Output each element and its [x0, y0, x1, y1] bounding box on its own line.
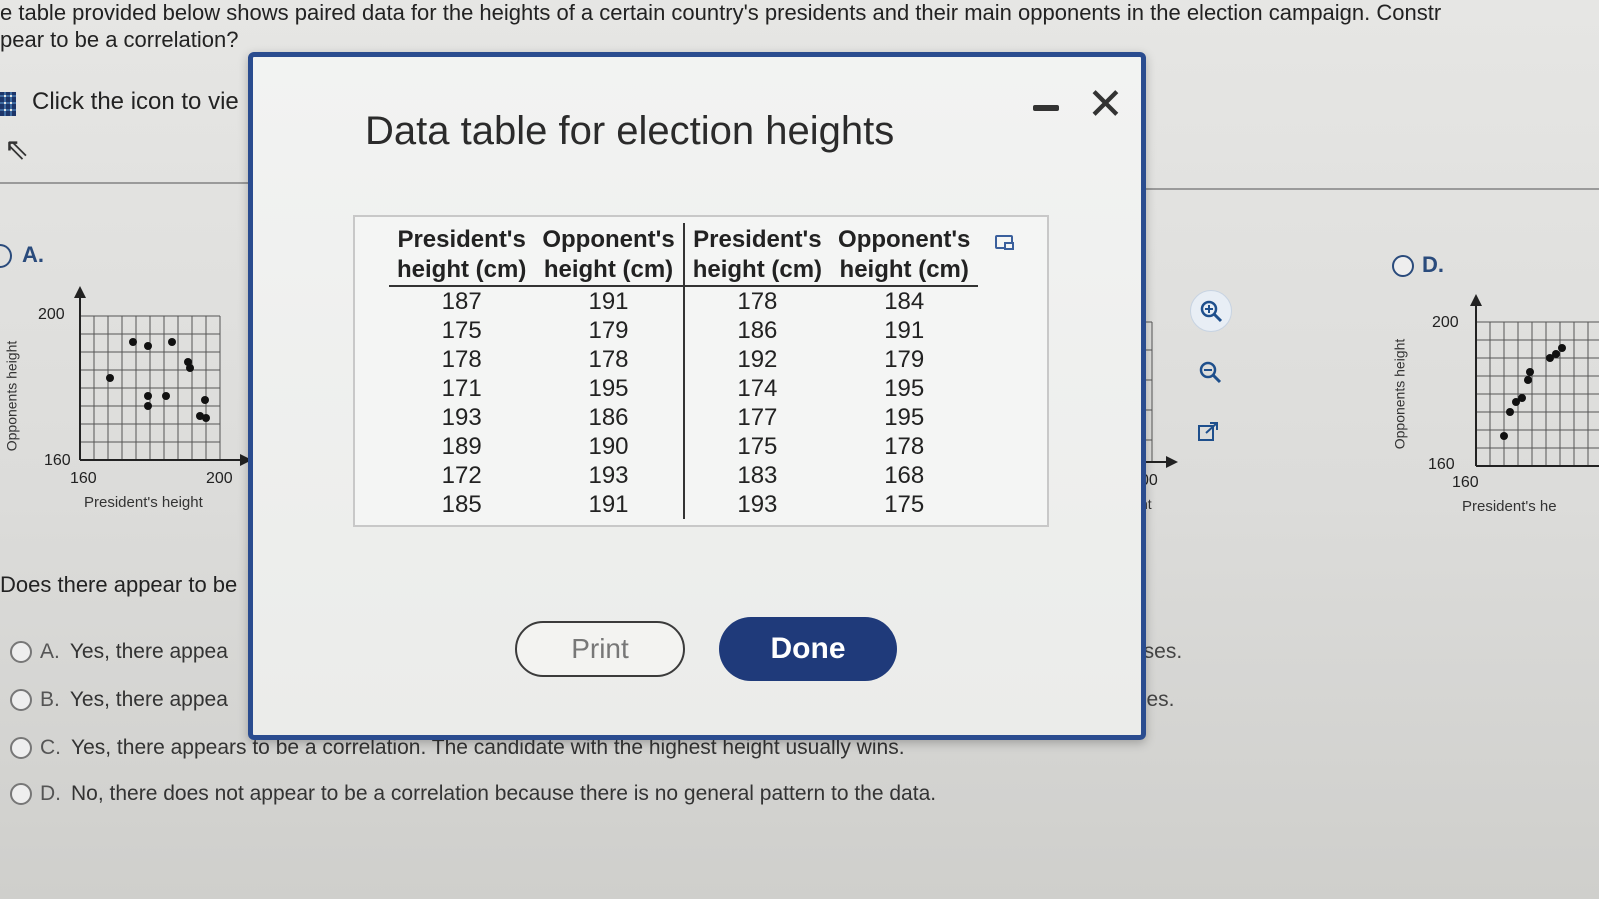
header-president-1: President's height (cm) — [389, 223, 535, 287]
table-cell: 193 — [441, 404, 482, 431]
plot-a-x-right-tick: 200 — [206, 470, 233, 487]
data-table-modal: Data table for election heights ✕ Presid… — [248, 52, 1146, 740]
plot-d-y-top-tick: 200 — [1432, 314, 1459, 331]
table-cell: 178 — [441, 346, 482, 373]
header-president-2: President's height (cm) — [682, 223, 831, 287]
copy-table-icon[interactable] — [995, 235, 1014, 250]
table-cell: 191 — [588, 288, 629, 315]
table-cell: 177 — [682, 403, 831, 432]
close-icon[interactable]: ✕ — [1087, 83, 1124, 127]
choice-a[interactable]: A. Yes, there appea — [10, 640, 228, 664]
divider-right — [1146, 188, 1599, 190]
minimize-icon[interactable] — [1033, 105, 1059, 111]
question-text-line1: e table provided below shows paired data… — [0, 0, 1442, 25]
table-cell: 172 — [441, 462, 482, 489]
table-cell: 178 — [884, 433, 925, 460]
table-row: 193 186 177 195 — [389, 403, 978, 432]
plot-a-x-axis-label: President's height — [84, 494, 203, 511]
plot-d-y-bottom-tick: 160 — [1428, 456, 1455, 473]
table-cell: 178 — [588, 346, 629, 373]
table-cell: 195 — [884, 375, 925, 402]
table-cell: 195 — [884, 404, 925, 431]
table-cell: 190 — [588, 433, 629, 460]
zoom-in-icon[interactable] — [1190, 290, 1232, 332]
table-cell: 195 — [588, 375, 629, 402]
scatter-plot-a: Opponents height 200 160 160 200 Preside… — [0, 280, 260, 520]
zoom-out-icon[interactable] — [1190, 352, 1230, 392]
option-d-label[interactable]: D. — [1392, 252, 1444, 278]
divider-left — [0, 182, 250, 184]
radio-d-icon — [1392, 255, 1414, 278]
table-cell: 175 — [682, 432, 831, 461]
plot-a-y-bottom-tick: 160 — [44, 452, 71, 469]
table-cell: 193 — [682, 490, 831, 519]
table-cell: 189 — [441, 433, 482, 460]
click-icon-text: Click the icon to vie — [32, 88, 239, 115]
plot-a-x-left-tick: 160 — [70, 470, 97, 487]
done-button[interactable]: Done — [719, 617, 897, 681]
mouse-cursor-icon: ⇖ — [4, 133, 30, 166]
table-cell: 174 — [682, 374, 831, 403]
choice-c-radio[interactable] — [10, 737, 32, 760]
plot-d-x-axis-label: President's he — [1462, 498, 1557, 515]
print-button[interactable]: Print — [515, 621, 685, 677]
option-a-label[interactable]: A. — [0, 242, 44, 269]
plot-a-y-top-tick: 200 — [38, 306, 65, 323]
header-opponent-1: Opponent's height (cm) — [534, 223, 684, 287]
table-cell: 171 — [441, 375, 482, 402]
scatter-plot-d: Opponents height 200 160 160 President's… — [1390, 286, 1599, 526]
choice-b-radio[interactable] — [10, 689, 32, 712]
table-row: 189 190 175 178 — [389, 432, 978, 461]
table-cell: 175 — [441, 317, 482, 344]
radio-a-icon — [0, 244, 12, 269]
table-row: 187 191 178 184 — [389, 286, 978, 316]
question2-text: Does there appear to be — [0, 572, 238, 597]
table-cell: 179 — [588, 317, 629, 344]
data-table: President's height (cm) Opponent's height … — [389, 223, 979, 519]
table-row: 172 193 183 168 — [389, 461, 978, 490]
modal-title: Data table for election heights — [365, 109, 895, 153]
table-row: 185 191 193 175 — [389, 490, 978, 519]
table-row: 178 178 192 179 — [389, 345, 978, 374]
table-row: 171 195 174 195 — [389, 374, 978, 403]
table-cell: 178 — [682, 286, 831, 316]
scatter-plot-d-svg — [1470, 294, 1599, 467]
table-cell: 193 — [588, 462, 629, 489]
choice-d-radio[interactable] — [10, 783, 32, 806]
table-header-row: President's height (cm) Opponent's height … — [389, 223, 979, 287]
choice-b[interactable]: B. Yes, there appea — [10, 688, 228, 712]
open-external-icon[interactable] — [1188, 412, 1228, 452]
choice-a-radio[interactable] — [10, 641, 32, 664]
table-cell: 184 — [884, 288, 925, 315]
table-cell: 168 — [884, 462, 925, 489]
plot-d-y-axis-label: Opponents height — [1391, 338, 1408, 450]
plot-d-x-left-tick: 160 — [1452, 474, 1479, 491]
table-cell: 185 — [441, 491, 482, 518]
table-cell: 186 — [588, 404, 629, 431]
question-text-line2: pear to be a correlation? — [0, 27, 239, 52]
table-cell: 175 — [884, 491, 925, 518]
table-cell: 191 — [884, 317, 925, 344]
table-cell: 186 — [682, 316, 831, 345]
table-cell: 192 — [682, 345, 831, 374]
table-cell: 179 — [884, 346, 925, 373]
table-cell: 191 — [588, 491, 629, 518]
plot-a-y-axis-label: Opponents height — [3, 340, 20, 452]
data-table-container: President's height (cm) Opponent's height … — [353, 215, 1049, 527]
header-opponent-2: Opponent's height (cm) — [830, 223, 979, 287]
table-row: 175 179 186 191 — [389, 316, 978, 345]
choice-d[interactable]: D. No, there does not appear to be a corr… — [10, 782, 936, 806]
table-grid-icon[interactable] — [0, 92, 16, 116]
table-cell: 183 — [682, 461, 831, 490]
table-cell: 187 — [441, 288, 482, 315]
